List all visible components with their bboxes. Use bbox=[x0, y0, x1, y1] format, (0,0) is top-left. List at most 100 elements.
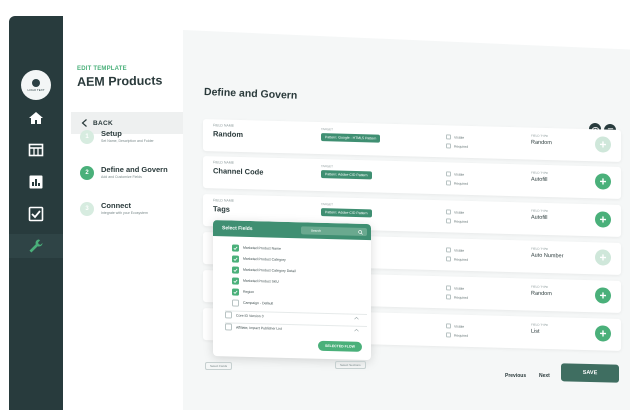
logo-text: LOGO TEXT bbox=[27, 87, 45, 92]
chart-icon bbox=[29, 175, 43, 189]
field-type-label: FIELD TYPE bbox=[531, 170, 549, 176]
checkbox-checked[interactable] bbox=[232, 265, 239, 274]
step-title: Connect bbox=[101, 201, 131, 210]
template-pill[interactable]: Pattern: Adobe-CID Pattern bbox=[321, 208, 372, 218]
back-label: BACK bbox=[93, 119, 113, 127]
visible-checkbox[interactable]: Visible bbox=[446, 134, 476, 140]
required-label: Required bbox=[454, 295, 469, 300]
check-icon bbox=[233, 290, 238, 294]
checkbox-unchecked[interactable] bbox=[232, 298, 239, 307]
required-checkbox[interactable]: Required bbox=[446, 332, 476, 338]
field-type-label: FIELD TYPE bbox=[531, 284, 549, 290]
template-pill[interactable]: Pattern: Adobe-CID Pattern bbox=[321, 170, 372, 180]
step-subtitle: Integrate with your Ecosystem bbox=[101, 211, 148, 215]
step-number: 1 bbox=[80, 130, 94, 144]
select-fields-popup: Select Fields Search Marketed Product Na… bbox=[213, 220, 371, 361]
field-option[interactable]: Region bbox=[232, 287, 254, 296]
check-icon bbox=[233, 246, 238, 250]
field-option[interactable]: Campaign - Default bbox=[232, 298, 273, 307]
field-option[interactable]: Marketed Product Name bbox=[232, 243, 281, 252]
popup-search-input[interactable]: Search bbox=[301, 226, 367, 237]
field-name-label: FIELD NAME bbox=[213, 198, 235, 203]
search-placeholder: Search bbox=[311, 228, 322, 233]
step-define-and-govern[interactable]: 2 Define and Govern Add and Customize Fi… bbox=[80, 166, 190, 180]
field-option[interactable]: Marketed Product Category bbox=[232, 254, 286, 263]
next-button[interactable]: Next bbox=[539, 373, 550, 379]
template-label: TARGET bbox=[321, 202, 333, 207]
field-type-label: FIELD TYPE bbox=[531, 246, 549, 252]
visible-checkbox[interactable]: Visible bbox=[446, 209, 476, 215]
template-panel: EDIT TEMPLATE AEM Products BACK 1 Setup … bbox=[63, 16, 183, 410]
add-field-button[interactable]: + bbox=[595, 325, 611, 342]
home-icon bbox=[29, 112, 43, 124]
chevron-up-icon[interactable] bbox=[354, 328, 359, 333]
checklist-icon bbox=[28, 206, 44, 222]
checkbox-checked[interactable] bbox=[232, 243, 239, 252]
option-label: Marketed Product Category Detail bbox=[243, 267, 296, 274]
sidebar-item-settings[interactable] bbox=[9, 234, 63, 258]
option-label: Region bbox=[243, 289, 255, 295]
required-checkbox[interactable]: Required bbox=[446, 180, 476, 186]
required-label: Required bbox=[454, 219, 469, 224]
selected-flow-button[interactable]: SELECTED FLOW bbox=[318, 340, 362, 352]
visible-checkbox[interactable]: Visible bbox=[446, 285, 476, 291]
field-name-label: FIELD NAME bbox=[213, 123, 235, 128]
field-option[interactable]: Marketed Product SKU bbox=[232, 276, 279, 285]
field-name-label: FIELD NAME bbox=[213, 160, 235, 165]
template-pill[interactable]: Pattern: Google - HTML5 Pattern bbox=[321, 133, 381, 143]
chevron-up-icon[interactable] bbox=[354, 316, 359, 321]
add-field-button[interactable]: + bbox=[595, 211, 611, 228]
step-title: Setup bbox=[101, 129, 122, 138]
field-type-value: List bbox=[531, 328, 540, 335]
sidebar-item-tasks[interactable] bbox=[26, 204, 46, 224]
sidebar: LOGO TEXT bbox=[9, 16, 63, 410]
field-group[interactable]: Core ID Version 3 bbox=[225, 310, 367, 323]
field-type-value: Random bbox=[531, 290, 552, 298]
select-sections-link[interactable]: Select Sections bbox=[335, 361, 366, 369]
sidebar-item-table[interactable] bbox=[26, 140, 46, 160]
sidebar-item-home[interactable] bbox=[26, 108, 46, 128]
visible-label: Visible bbox=[454, 135, 465, 140]
required-label: Required bbox=[454, 144, 469, 149]
field-type-value: Autofill bbox=[531, 214, 548, 222]
sidebar-item-reports[interactable] bbox=[26, 172, 46, 192]
step-subtitle: Add and Customize Fields bbox=[101, 175, 142, 179]
field-name: Random bbox=[213, 129, 243, 140]
add-field-button[interactable]: + bbox=[595, 173, 611, 190]
visible-label: Visible bbox=[454, 286, 465, 291]
template-label: TARGET bbox=[321, 164, 333, 169]
visible-checkbox[interactable]: Visible bbox=[446, 171, 476, 177]
step-connect[interactable]: 3 Connect Integrate with your Ecosystem bbox=[80, 202, 190, 216]
logo[interactable]: LOGO TEXT bbox=[21, 70, 51, 100]
checkbox-unchecked[interactable] bbox=[225, 323, 232, 331]
previous-button[interactable]: Previous bbox=[505, 373, 526, 379]
required-checkbox[interactable]: Required bbox=[446, 256, 476, 262]
field-group[interactable]: Affiliate, Impact Publisher List bbox=[225, 322, 367, 335]
visible-label: Visible bbox=[454, 172, 465, 177]
option-label: Marketed Product SKU bbox=[243, 278, 279, 284]
select-fields-link[interactable]: Select Fields bbox=[205, 362, 233, 370]
checkbox-unchecked[interactable] bbox=[225, 311, 232, 319]
field-option[interactable]: Marketed Product Category Detail bbox=[232, 265, 296, 275]
step-setup[interactable]: 1 Setup Set Name, Description and Folder bbox=[80, 130, 190, 144]
required-label: Required bbox=[454, 257, 469, 262]
save-button[interactable]: SAVE bbox=[561, 363, 619, 383]
field-name: Tags bbox=[213, 204, 230, 214]
add-field-button[interactable]: + bbox=[595, 136, 611, 153]
field-type-value: Random bbox=[531, 139, 552, 147]
add-field-button[interactable]: + bbox=[595, 287, 611, 304]
search-icon bbox=[358, 229, 363, 235]
checkbox-checked[interactable] bbox=[232, 287, 239, 296]
required-checkbox[interactable]: Required bbox=[446, 294, 476, 300]
checkbox-checked[interactable] bbox=[232, 276, 239, 285]
popup-header: Select Fields Search bbox=[213, 220, 371, 241]
add-field-button[interactable]: + bbox=[595, 249, 611, 266]
template-label: TARGET bbox=[321, 127, 333, 132]
visible-label: Visible bbox=[454, 324, 465, 329]
field-type-label: FIELD TYPE bbox=[531, 322, 549, 328]
visible-checkbox[interactable]: Visible bbox=[446, 247, 476, 253]
required-checkbox[interactable]: Required bbox=[446, 218, 476, 224]
required-checkbox[interactable]: Required bbox=[446, 143, 476, 149]
checkbox-checked[interactable] bbox=[232, 254, 239, 263]
visible-checkbox[interactable]: Visible bbox=[446, 323, 476, 329]
